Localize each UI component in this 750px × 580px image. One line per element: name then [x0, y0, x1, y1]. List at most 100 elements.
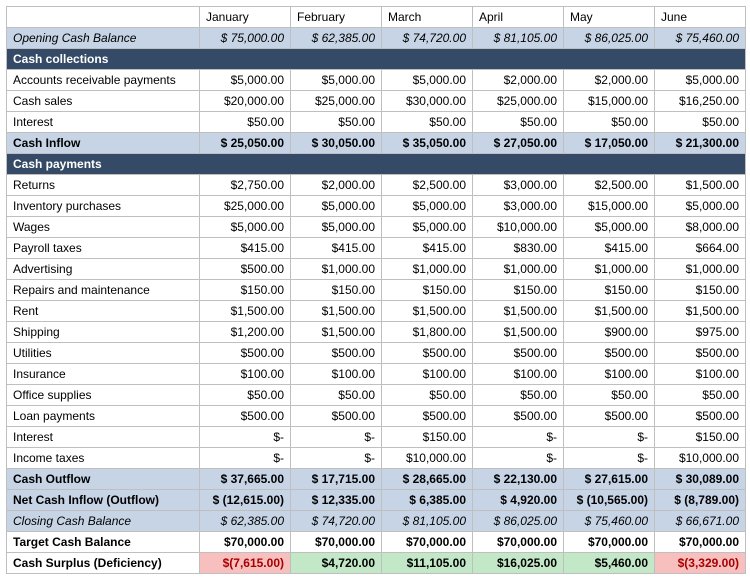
cell: $2,500.00 [382, 175, 473, 196]
month-jan: January [200, 7, 291, 28]
cell: $8,000.00 [655, 217, 746, 238]
cell: $50.00 [382, 385, 473, 406]
cell: $500.00 [291, 406, 382, 427]
row-payroll-taxes: Payroll taxes$415.00$415.00$415.00$830.0… [7, 238, 746, 259]
cell: $5,000.00 [655, 70, 746, 91]
cell: $5,000.00 [655, 196, 746, 217]
row-office-supplies: Office supplies$50.00$50.00$50.00$50.00$… [7, 385, 746, 406]
cell: $500.00 [200, 406, 291, 427]
cell: $16,025.00 [473, 553, 564, 574]
cell: $(7,615.00) [200, 553, 291, 574]
row-label: Advertising [7, 259, 200, 280]
row-label: Rent [7, 301, 200, 322]
cell: $50.00 [655, 112, 746, 133]
row-label: Income taxes [7, 448, 200, 469]
cell: $- [291, 427, 382, 448]
cell: $2,000.00 [291, 175, 382, 196]
cell: $25,000.00 [473, 91, 564, 112]
cell: $1,500.00 [564, 301, 655, 322]
cell: $50.00 [564, 385, 655, 406]
cell: $ 27,615.00 [564, 469, 655, 490]
cell: $50.00 [291, 385, 382, 406]
row-ar: Accounts receivable payments $5,000.00$5… [7, 70, 746, 91]
cell: $3,000.00 [473, 196, 564, 217]
row-cash-surplus: Cash Surplus (Deficiency) $(7,615.00) $4… [7, 553, 746, 574]
cell: $ 17,050.00 [564, 133, 655, 154]
row-label: Cash sales [7, 91, 200, 112]
row-label: Cash Surplus (Deficiency) [7, 553, 200, 574]
row-label: Shipping [7, 322, 200, 343]
cell: $ 86,025.00 [473, 511, 564, 532]
cell: $50.00 [564, 112, 655, 133]
cell: $ 86,025.00 [564, 28, 655, 49]
cell: $ 62,385.00 [291, 28, 382, 49]
header-row: January February March April May June [7, 7, 746, 28]
cell: $1,500.00 [473, 322, 564, 343]
section-cash-payments: Cash payments [7, 154, 746, 175]
section-label: Cash payments [7, 154, 746, 175]
row-closing-balance: Closing Cash Balance $ 62,385.00$ 74,720… [7, 511, 746, 532]
row-repairs: Repairs and maintenance$150.00$150.00$15… [7, 280, 746, 301]
row-income-taxes: Income taxes$-$-$10,000.00$-$-$10,000.00 [7, 448, 746, 469]
cell: $150.00 [382, 427, 473, 448]
month-apr: April [473, 7, 564, 28]
row-label: Cash Outflow [7, 469, 200, 490]
month-mar: March [382, 7, 473, 28]
row-target-balance: Target Cash Balance $70,000.00$70,000.00… [7, 532, 746, 553]
row-interest-expense: Interest$-$-$150.00$-$-$150.00 [7, 427, 746, 448]
section-label: Cash collections [7, 49, 746, 70]
row-label: Closing Cash Balance [7, 511, 200, 532]
row-label: Target Cash Balance [7, 532, 200, 553]
cell: $5,000.00 [564, 217, 655, 238]
row-label: Insurance [7, 364, 200, 385]
row-label: Office supplies [7, 385, 200, 406]
cell: $ 27,050.00 [473, 133, 564, 154]
cell: $- [200, 427, 291, 448]
row-returns: Returns$2,750.00$2,000.00$2,500.00$3,000… [7, 175, 746, 196]
cell: $5,000.00 [291, 196, 382, 217]
cell: $ 75,460.00 [655, 28, 746, 49]
cell: $4,720.00 [291, 553, 382, 574]
cell: $70,000.00 [655, 532, 746, 553]
cell: $415.00 [291, 238, 382, 259]
row-label: Loan payments [7, 406, 200, 427]
cell: $ (8,789.00) [655, 490, 746, 511]
cell: $500.00 [382, 406, 473, 427]
cell: $500.00 [564, 406, 655, 427]
cell: $150.00 [655, 280, 746, 301]
header-blank [7, 7, 200, 28]
cell: $150.00 [473, 280, 564, 301]
opening-label: Opening Cash Balance [7, 28, 200, 49]
cell: $1,000.00 [291, 259, 382, 280]
row-advertising: Advertising$500.00$1,000.00$1,000.00$1,0… [7, 259, 746, 280]
cell: $2,750.00 [200, 175, 291, 196]
cell: $50.00 [200, 385, 291, 406]
cell: $ 22,130.00 [473, 469, 564, 490]
cell: $ 4,920.00 [473, 490, 564, 511]
month-jun: June [655, 7, 746, 28]
cell: $5,460.00 [564, 553, 655, 574]
cell: $1,500.00 [655, 175, 746, 196]
cell: $1,500.00 [200, 301, 291, 322]
cell: $1,200.00 [200, 322, 291, 343]
section-cash-collections: Cash collections [7, 49, 746, 70]
row-label: Payroll taxes [7, 238, 200, 259]
cell: $150.00 [382, 280, 473, 301]
cell: $664.00 [655, 238, 746, 259]
cell: $415.00 [564, 238, 655, 259]
cell: $5,000.00 [382, 217, 473, 238]
cell: $ 35,050.00 [382, 133, 473, 154]
cell: $ 6,385.00 [382, 490, 473, 511]
cell: $ 81,105.00 [382, 511, 473, 532]
row-label: Repairs and maintenance [7, 280, 200, 301]
cell: $500.00 [655, 406, 746, 427]
cell: $ 28,665.00 [382, 469, 473, 490]
cell: $- [564, 448, 655, 469]
cell: $1,800.00 [382, 322, 473, 343]
cell: $25,000.00 [291, 91, 382, 112]
cell: $975.00 [655, 322, 746, 343]
cell: $50.00 [473, 385, 564, 406]
cell: $100.00 [200, 364, 291, 385]
cell: $(3,329.00) [655, 553, 746, 574]
cell: $16,250.00 [655, 91, 746, 112]
